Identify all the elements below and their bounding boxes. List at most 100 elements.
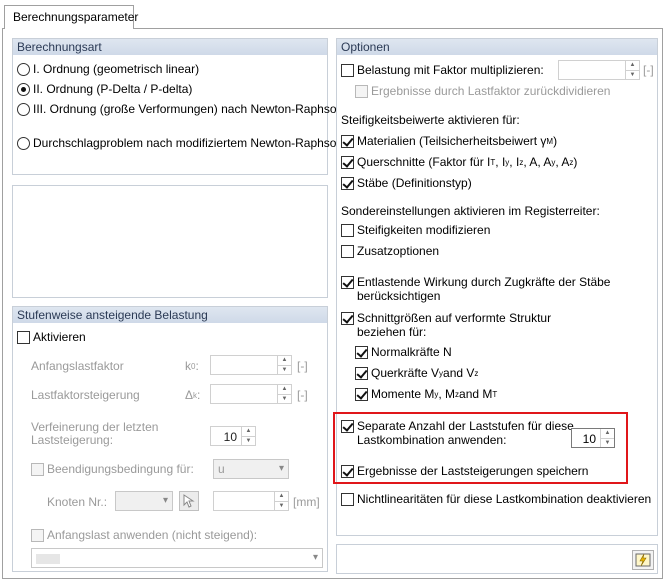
checkbox-checked[interactable] <box>341 176 354 190</box>
spin-buttons[interactable]: ▲ ▼ <box>600 429 614 447</box>
checkbox-momente[interactable]: Momente My, Mz and MT <box>355 387 497 401</box>
anfangslast-select[interactable]: ▾ <box>31 548 323 568</box>
checkbox[interactable] <box>341 223 354 237</box>
checkbox-label: Anfangslast anwenden (nicht steigend): <box>47 528 258 542</box>
group-stufenweise: Stufenweise ansteigende Belastung Aktivi… <box>12 306 328 572</box>
spin-down-icon[interactable]: ▼ <box>601 437 614 448</box>
group-optionen: Optionen Belastung mit Faktor multiplizi… <box>336 38 658 536</box>
heading-text: Steifigkeitsbeiwerte aktivieren für: <box>341 113 520 127</box>
radio-button[interactable] <box>17 136 30 150</box>
checkbox[interactable] <box>31 462 44 476</box>
spin-up-icon[interactable]: ▲ <box>275 492 288 501</box>
spin-buttons[interactable]: ▲ ▼ <box>277 385 291 403</box>
symbol-colon: : <box>195 359 199 373</box>
checkbox-materialien[interactable]: Materialien (Teilsicherheitsbeiwert γ M) <box>341 134 557 148</box>
checkbox[interactable] <box>341 244 354 258</box>
calculate-button[interactable] <box>632 550 654 570</box>
laststufen-input[interactable]: 10 ▲ ▼ <box>571 428 615 448</box>
pick-node-button[interactable] <box>179 491 199 511</box>
checkbox-checked[interactable] <box>355 387 368 401</box>
spin-up-icon[interactable]: ▲ <box>278 356 291 365</box>
spin-up-icon[interactable]: ▲ <box>601 429 614 438</box>
radio-button[interactable] <box>17 62 30 76</box>
radio-label: I. Ordnung (geometrisch linear) <box>33 62 200 76</box>
label-verfeinerung-2: Laststeigerung: <box>31 433 113 447</box>
checkbox-aktivieren[interactable]: Aktivieren <box>17 330 86 344</box>
label-part: , M <box>438 387 456 401</box>
belastung-factor-input[interactable]: ▲ ▼ <box>558 60 640 80</box>
checkbox-separate-laststufen[interactable]: Separate Anzahl der Laststufen für diese <box>341 419 574 433</box>
spin-up-icon[interactable]: ▲ <box>626 61 639 70</box>
tab-berechnungsparameter[interactable]: Berechnungsparameter <box>4 5 138 29</box>
checkbox-label: Separate Anzahl der Laststufen für diese <box>357 419 574 433</box>
radio-button[interactable] <box>17 102 30 116</box>
radio-option-2[interactable]: II. Ordnung (P-Delta / P-delta) <box>17 82 192 96</box>
knoten-value-input[interactable]: ▲ ▼ <box>213 491 289 511</box>
beendigung-select[interactable]: u ▾ <box>213 459 289 479</box>
spin-down-icon[interactable]: ▼ <box>278 364 291 375</box>
checkbox-checked[interactable] <box>341 155 354 169</box>
checkbox-schnittgroessen[interactable]: Schnittgrößen auf verformte Struktur <box>341 311 551 325</box>
group-title-berechnungsart: Berechnungsart <box>13 39 327 55</box>
checkbox[interactable] <box>17 330 30 344</box>
anfangslastfaktor-input[interactable]: ▲ ▼ <box>210 355 292 375</box>
spin-down-icon[interactable]: ▼ <box>242 435 255 446</box>
spin-buttons[interactable]: ▲ ▼ <box>625 61 639 79</box>
radio-button-selected[interactable] <box>17 82 30 96</box>
laststufen-value: 10 <box>582 432 596 446</box>
checkbox-label: Belastung mit Faktor multiplizieren: <box>357 63 544 77</box>
chevron-down-icon: ▾ <box>312 552 318 563</box>
checkbox-staebe[interactable]: Stäbe (Definitionstyp) <box>341 176 472 190</box>
heading-sonder: Sondereinstellungen aktivieren im Regist… <box>341 204 600 218</box>
checkbox-checked[interactable] <box>355 366 368 380</box>
label-text: Knoten Nr.: <box>47 495 108 509</box>
checkbox-ergebnisse-speichern[interactable]: Ergebnisse der Laststeigerungen speicher… <box>341 464 588 478</box>
checkbox-anfangslast[interactable]: Anfangslast anwenden (nicht steigend): <box>31 528 257 542</box>
spin-buttons[interactable]: ▲ ▼ <box>277 356 291 374</box>
empty-panel <box>12 185 328 298</box>
checkbox-normalkraefte[interactable]: Normalkräfte N <box>355 345 452 359</box>
checkbox-checked[interactable] <box>341 419 354 433</box>
label-end: ) <box>553 134 558 148</box>
checkbox-checked[interactable] <box>341 275 354 289</box>
checkbox-beendigung[interactable]: Beendigungsbedingung für: <box>31 462 194 476</box>
checkbox[interactable] <box>341 63 354 77</box>
spin-buttons[interactable]: ▲ ▼ <box>274 492 288 510</box>
checkbox-checked[interactable] <box>341 134 354 148</box>
group-title-stufenweise: Stufenweise ansteigende Belastung <box>13 307 327 323</box>
checkbox-zusatzoptionen[interactable]: Zusatzoptionen <box>341 244 439 258</box>
checkbox-nichtlinearitaeten[interactable]: Nichtlinearitäten für diese Lastkombinat… <box>341 492 651 506</box>
checkbox-querschnitte[interactable]: Querschnitte (Faktor für IT, Iy, Iz, A, … <box>341 155 577 169</box>
spin-down-icon[interactable]: ▼ <box>275 500 288 511</box>
unit-knoten: [mm] <box>293 495 320 509</box>
checkbox-label: Momente M <box>371 387 435 401</box>
radio-option-1[interactable]: I. Ordnung (geometrisch linear) <box>17 62 199 76</box>
checkbox-entlastend[interactable]: Entlastende Wirkung durch Zugkräfte der … <box>341 275 610 289</box>
lastfaktorsteigerung-input[interactable]: ▲ ▼ <box>210 384 292 404</box>
verfeinerung-input[interactable]: 10 ▲ ▼ <box>210 426 256 446</box>
spin-up-icon[interactable]: ▲ <box>278 385 291 394</box>
spin-up-icon[interactable]: ▲ <box>242 427 255 436</box>
checkbox-label: Zusatzoptionen <box>357 244 440 258</box>
checkbox[interactable] <box>355 84 368 98</box>
spin-buttons[interactable]: ▲ ▼ <box>241 427 255 445</box>
checkbox-label: Steifigkeiten modifizieren <box>357 223 491 237</box>
radio-option-3[interactable]: III. Ordnung (große Verformungen) nach N… <box>17 102 343 116</box>
checkbox-checked[interactable] <box>355 345 368 359</box>
radio-option-4[interactable]: Durchschlagproblem nach modifiziertem Ne… <box>17 136 343 150</box>
checkbox-belastung[interactable]: Belastung mit Faktor multiplizieren: <box>341 63 544 77</box>
spin-down-icon[interactable]: ▼ <box>626 69 639 80</box>
checkbox-checked[interactable] <box>341 311 354 325</box>
spin-down-icon[interactable]: ▼ <box>278 393 291 404</box>
checkbox-querkraefte[interactable]: Querkräfte Vy and Vz <box>355 366 478 380</box>
label-verfeinerung-1: Verfeinerung der letzten <box>31 420 158 434</box>
checkbox-steifigkeiten[interactable]: Steifigkeiten modifizieren <box>341 223 490 237</box>
checkbox[interactable] <box>31 528 44 542</box>
checkbox[interactable] <box>341 492 354 506</box>
label-text: Laststeigerung: <box>31 433 114 447</box>
checkbox-checked[interactable] <box>341 464 354 478</box>
knoten-select[interactable]: ▾ <box>115 491 173 511</box>
checkbox-ergebnisse-dividieren[interactable]: Ergebnisse durch Lastfaktor zurückdividi… <box>355 84 610 98</box>
heading-steifigkeit: Steifigkeitsbeiwerte aktivieren für: <box>341 113 520 127</box>
label-lastfaktorsteigerung: Lastfaktorsteigerung <box>31 388 140 402</box>
